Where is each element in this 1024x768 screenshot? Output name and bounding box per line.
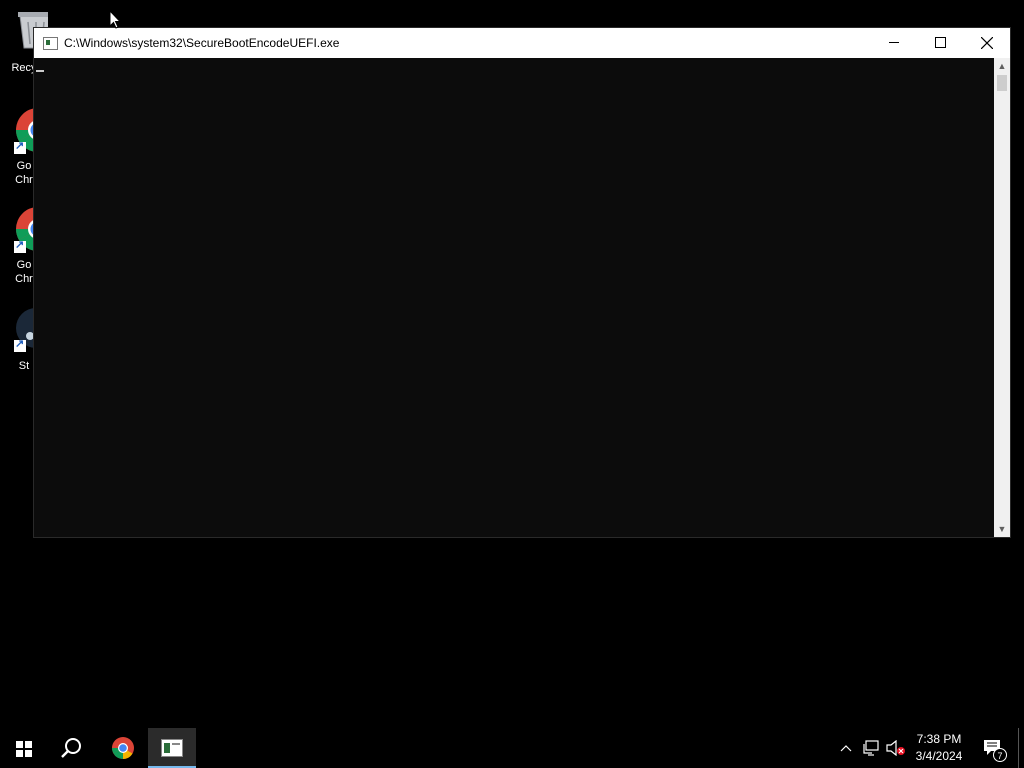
scroll-thumb[interactable] <box>997 75 1007 91</box>
maximize-button[interactable] <box>918 28 964 58</box>
taskbar-console[interactable] <box>148 728 196 768</box>
clock-time: 7:38 PM <box>916 732 962 746</box>
search-button[interactable] <box>48 728 96 768</box>
windows-logo-icon <box>16 741 32 757</box>
volume-muted-icon <box>886 740 905 756</box>
console-app-icon <box>43 37 58 50</box>
show-desktop-button[interactable] <box>1018 728 1021 768</box>
text-cursor <box>36 70 44 72</box>
action-center-button[interactable]: 7 <box>978 728 1010 768</box>
minimize-button[interactable] <box>872 28 918 58</box>
console-output-area[interactable] <box>34 58 995 537</box>
search-icon <box>61 738 81 758</box>
scroll-up-button[interactable]: ▲ <box>994 58 1010 74</box>
console-icon <box>161 739 183 757</box>
window-title: C:\Windows\system32\SecureBootEncodeUEFI… <box>64 36 340 50</box>
notification-count-badge: 7 <box>993 748 1007 762</box>
close-icon <box>981 37 993 49</box>
show-hidden-icons-button[interactable] <box>838 728 854 768</box>
title-bar[interactable]: C:\Windows\system32\SecureBootEncodeUEFI… <box>34 28 1010 58</box>
shortcut-arrow-icon <box>14 337 26 352</box>
network-icon <box>863 740 879 756</box>
start-button[interactable] <box>0 728 48 768</box>
vertical-scrollbar[interactable]: ▲ ▼ <box>994 58 1010 537</box>
console-window[interactable]: C:\Windows\system32\SecureBootEncodeUEFI… <box>33 27 1011 538</box>
chevron-up-icon <box>840 745 852 752</box>
network-tray-button[interactable] <box>860 728 882 768</box>
clock-date: 3/4/2024 <box>915 749 963 763</box>
scroll-down-button[interactable]: ▼ <box>994 521 1010 537</box>
chrome-icon <box>112 737 134 759</box>
taskbar-chrome[interactable] <box>99 728 147 768</box>
shortcut-arrow-icon <box>14 238 26 253</box>
clock[interactable]: 7:38 PM 3/4/2024 <box>907 728 971 768</box>
close-button[interactable] <box>964 28 1010 58</box>
taskbar: 7:38 PM 3/4/2024 7 <box>0 728 1024 768</box>
volume-tray-button[interactable] <box>885 728 907 768</box>
mouse-pointer-icon <box>109 10 121 29</box>
shortcut-arrow-icon <box>14 139 26 154</box>
